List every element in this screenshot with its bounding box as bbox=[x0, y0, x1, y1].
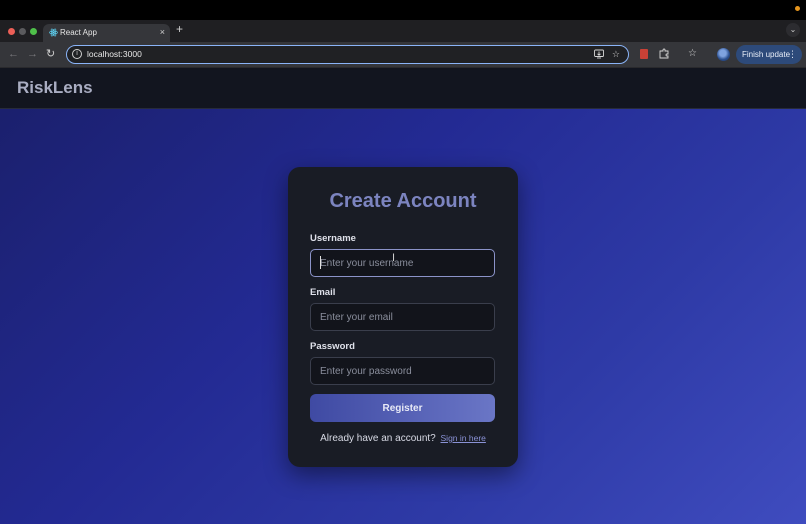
signin-prompt-line: Already have an account? Sign in here bbox=[288, 432, 518, 445]
app-header: RiskLens bbox=[0, 68, 806, 109]
site-info-icon[interactable]: i bbox=[72, 49, 82, 59]
forward-arrow-icon[interactable]: → bbox=[27, 47, 38, 61]
react-favicon-icon bbox=[49, 28, 58, 37]
back-arrow-icon[interactable]: ← bbox=[8, 47, 19, 61]
password-input[interactable] bbox=[310, 357, 495, 385]
profile-avatar[interactable] bbox=[717, 48, 730, 61]
tab-search-button[interactable]: ⌄ bbox=[786, 23, 800, 37]
reload-icon[interactable]: ↻ bbox=[46, 47, 55, 61]
browser-toolbar: ← → ↻ i localhost:3000 ☆ ☆ Finish update… bbox=[0, 42, 806, 68]
more-menu-icon[interactable]: ⋮ bbox=[788, 45, 797, 64]
notification-dot-icon bbox=[795, 6, 800, 11]
url-text[interactable]: localhost:3000 bbox=[87, 48, 142, 60]
app-viewport: RiskLens Create Account Username I Email… bbox=[0, 68, 806, 524]
tab-close-icon[interactable]: × bbox=[160, 26, 165, 38]
window-zoom-button[interactable] bbox=[30, 28, 37, 35]
os-menu-bar bbox=[0, 0, 806, 20]
window-close-button[interactable] bbox=[8, 28, 15, 35]
star-icon[interactable]: ☆ bbox=[612, 48, 620, 60]
window-minimize-button[interactable] bbox=[19, 28, 26, 35]
signin-prompt-text: Already have an account? bbox=[320, 433, 436, 444]
address-bar[interactable]: i localhost:3000 ☆ bbox=[66, 45, 629, 64]
tab-react-app[interactable]: React App × bbox=[43, 24, 170, 42]
finish-update-button[interactable]: Finish update ⋮ bbox=[736, 45, 802, 64]
tab-strip: React App × + ⌄ bbox=[0, 20, 806, 42]
extension-icon[interactable] bbox=[640, 49, 648, 59]
password-label: Password bbox=[310, 341, 355, 352]
puzzle-icon[interactable] bbox=[659, 48, 670, 59]
new-tab-button[interactable]: + bbox=[176, 22, 183, 36]
tab-title: React App bbox=[60, 28, 97, 37]
username-label: Username bbox=[310, 233, 356, 244]
username-input[interactable] bbox=[310, 249, 495, 277]
email-label: Email bbox=[310, 287, 336, 298]
email-input[interactable] bbox=[310, 303, 495, 331]
signin-link[interactable]: Sign in here bbox=[441, 433, 486, 443]
text-caret bbox=[320, 256, 321, 269]
page-title: Create Account bbox=[329, 190, 477, 212]
register-card: Create Account Username I Email Password… bbox=[288, 167, 518, 467]
register-button[interactable]: Register bbox=[310, 394, 495, 422]
brand-logo[interactable]: RiskLens bbox=[17, 78, 93, 98]
bookmarks-icon[interactable]: ☆ bbox=[688, 48, 697, 60]
finish-update-label: Finish update bbox=[742, 50, 791, 59]
i-beam-cursor-icon: I bbox=[392, 252, 396, 264]
install-app-icon[interactable] bbox=[594, 49, 604, 59]
